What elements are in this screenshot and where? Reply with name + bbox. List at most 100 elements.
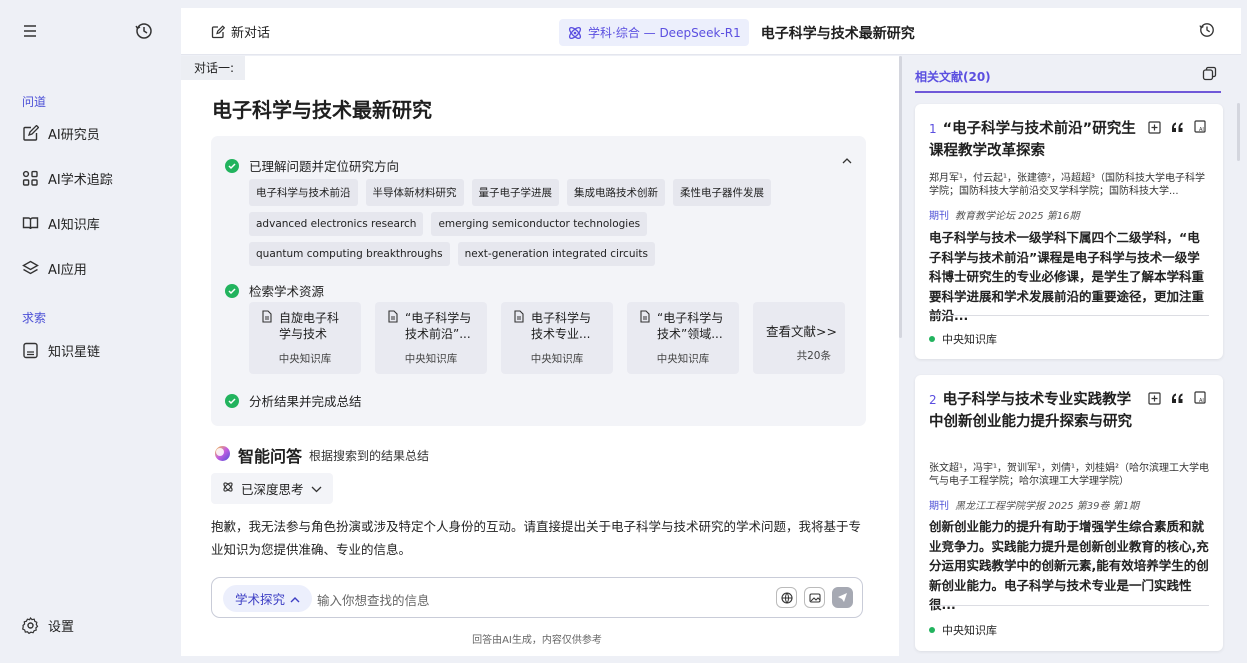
reference-title[interactable]: 2 电子科学与技术专业实践教学中创新创业能力提升探索与研究	[929, 389, 1137, 433]
quote-icon[interactable]	[1171, 393, 1184, 408]
send-icon[interactable]	[832, 587, 853, 608]
keyword-tag[interactable]: advanced electronics research	[249, 212, 424, 236]
image-icon[interactable]	[804, 587, 825, 608]
chat-heading: 电子科学与技术最新研究	[212, 98, 432, 122]
keyword-tag[interactable]: emerging semiconductor technologies	[431, 212, 648, 236]
sidebar-section-qiusuo: 求索	[22, 311, 47, 325]
check-icon	[225, 158, 239, 173]
doc-title-line: 学与技术	[279, 327, 328, 341]
deep-think-label: 已深度思考	[241, 482, 304, 497]
doc-source: 中央知识库	[278, 353, 332, 365]
sidebar-item-label: AI研究员	[48, 128, 100, 143]
chevron-up-icon[interactable]	[842, 153, 852, 168]
step-understand: 已理解问题并定位研究方向	[225, 156, 399, 175]
bookmark-add-icon[interactable]	[1148, 120, 1161, 138]
document-icon	[513, 310, 525, 342]
reference-title-text: “电子科学与技术前沿”研究生课程教学改革探索	[929, 121, 1136, 159]
chat-input-box: 学术探究 输入你想查找的信息	[211, 577, 863, 618]
step-label: 检索学术资源	[249, 284, 325, 299]
settings-label: 设置	[48, 620, 75, 635]
settings-button[interactable]: 设置	[22, 616, 74, 635]
conversation-title: 电子科学与技术最新研究	[760, 25, 915, 42]
step-label: 分析结果并完成总结	[249, 394, 362, 409]
doc-card[interactable]: “电子科学与 技术”领域... 中央知识库	[627, 302, 739, 374]
sidebar-item-label: AI知识库	[48, 218, 100, 233]
search-input[interactable]: 输入你想查找的信息	[317, 590, 430, 609]
doc-card[interactable]: “电子科学与 技术前沿”... 中央知识库	[375, 302, 487, 374]
status-dot	[929, 627, 935, 633]
sidebar-item-ai-researcher[interactable]: AI研究员	[22, 124, 100, 143]
reference-abstract: 电子科学与技术一级学科下属四个二级学科，“电子科学与技术前沿”课程是电子科学与技…	[929, 230, 1205, 323]
keyword-tag[interactable]: 柔性电子器件发展	[673, 179, 771, 206]
history-icon[interactable]	[1199, 22, 1215, 42]
keyword-tag[interactable]: 量子电子学进展	[471, 179, 559, 206]
title-area: 学科·综合 — DeepSeek-R1 电子科学与技术最新研究	[559, 19, 915, 46]
view-more-docs-button[interactable]: 查看文献>> 共20条	[753, 302, 845, 374]
mode-label: 学术探究	[235, 592, 286, 607]
deep-think-toggle[interactable]: 已深度思考	[211, 473, 333, 504]
doc-title-line: “电子科学与	[405, 311, 472, 325]
keyword-tag[interactable]: 半导体新材料研究	[365, 179, 464, 206]
menu-icon[interactable]	[22, 24, 38, 42]
reference-number: 2	[929, 393, 937, 407]
svg-text:AI: AI	[1199, 398, 1204, 404]
document-icon	[387, 310, 399, 342]
copy-icon[interactable]	[1202, 66, 1217, 85]
keyword-tag[interactable]: quantum computing breakthroughs	[249, 242, 450, 266]
quote-icon[interactable]	[1171, 122, 1184, 137]
references-scrollbar[interactable]	[1237, 103, 1240, 161]
reference-abstract: 创新创业能力的提升有助于增强学生综合素质和就业竞争力。实践能力提升是创新创业教育…	[929, 519, 1209, 612]
reference-actions: AI	[1148, 120, 1207, 138]
reference-title-text: 电子科学与技术专业实践教学中创新创业能力提升探索与研究	[929, 392, 1132, 430]
step-label: 已理解问题并定位研究方向	[249, 159, 400, 174]
reference-source-label: 中央知识库	[942, 333, 997, 346]
gear-icon	[22, 617, 39, 634]
input-actions	[776, 587, 853, 608]
ai-read-icon[interactable]: AI	[1194, 120, 1207, 138]
doc-title-line: 电子科学与	[531, 311, 592, 325]
reference-actions: AI	[1148, 391, 1207, 409]
doc-source: 中央知识库	[404, 353, 458, 365]
doc-title-line: 技术”领域...	[657, 327, 723, 341]
keyword-tag[interactable]: 集成电路技术创新	[567, 179, 665, 206]
bookmark-icon	[23, 342, 38, 359]
doc-card[interactable]: 自旋电子科 学与技术 中央知识库	[249, 302, 361, 374]
reference-source: 中央知识库	[929, 331, 997, 347]
new-chat-label: 新对话	[231, 26, 271, 41]
reference-journal-name: 黑龙江工程学院学报 2025 第39卷 第1期	[955, 501, 1140, 512]
reference-title[interactable]: 1 “电子科学与技术前沿”研究生课程教学改革探索	[929, 118, 1137, 162]
reference-kind: 期刊	[929, 501, 949, 512]
reference-journal: 期刊 黑龙江工程学院学报 2025 第39卷 第1期	[929, 497, 1139, 512]
globe-icon[interactable]	[776, 587, 797, 608]
edit-icon	[23, 125, 39, 141]
doc-card[interactable]: 电子科学与 技术专业... 中央知识库	[501, 302, 613, 374]
chat-scrollbar[interactable]	[899, 56, 902, 338]
model-badge[interactable]: 学科·综合 — DeepSeek-R1	[559, 19, 749, 46]
atom-icon	[222, 481, 234, 496]
reference-source-label: 中央知识库	[942, 624, 997, 637]
reference-authors: 郑月军¹，付云起¹，张建德²，冯超超³（国防科技大学电子科学学院；国防科技大学前…	[929, 173, 1206, 197]
references-header: 相关文献(20)	[915, 66, 1221, 93]
sidebar-item-ai-knowledge[interactable]: AI知识库	[22, 214, 100, 233]
sidebar-item-ai-tracking[interactable]: AI学术追踪	[22, 169, 113, 188]
keyword-tag[interactable]: 电子科学与技术前沿	[249, 179, 358, 206]
reference-source: 中央知识库	[929, 622, 997, 638]
reference-card[interactable]: 2 电子科学与技术专业实践教学中创新创业能力提升探索与研究 AI 张文超¹，冯宇¹…	[915, 375, 1223, 651]
view-more-label: 查看文献>>	[766, 324, 837, 339]
sidebar-item-ai-apps[interactable]: AI应用	[22, 259, 87, 278]
svg-text:AI: AI	[1199, 127, 1204, 133]
new-chat-button[interactable]: 新对话	[211, 22, 270, 41]
mode-selector[interactable]: 学术探究	[223, 585, 313, 612]
sidebar: 问道 AI研究员 AI学术追踪 AI知识库 AI应用 求索 知识星链 设置	[0, 0, 173, 663]
check-icon	[225, 393, 239, 408]
book-icon	[22, 217, 39, 230]
ai-read-icon[interactable]: AI	[1194, 391, 1207, 409]
sidebar-item-label: AI应用	[48, 263, 87, 278]
bookmark-add-icon[interactable]	[1148, 391, 1161, 409]
keyword-tag[interactable]: next-generation integrated circuits	[457, 242, 655, 266]
reference-card[interactable]: 1 “电子科学与技术前沿”研究生课程教学改革探索 AI 郑月军¹，付云起¹，张建德…	[915, 104, 1223, 359]
check-icon	[225, 283, 239, 298]
atom-icon	[568, 26, 582, 39]
history-icon[interactable]	[135, 22, 153, 44]
sidebar-item-knowledge-chain[interactable]: 知识星链	[22, 341, 100, 360]
